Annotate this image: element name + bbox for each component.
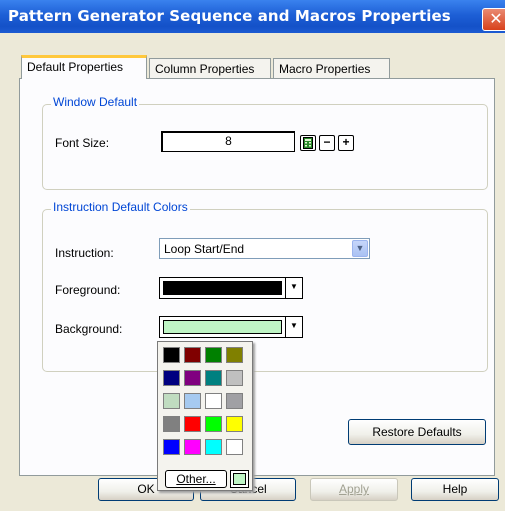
font-size-value: 8 [225,134,232,148]
minus-icon: − [323,135,331,149]
palette-swatch[interactable] [163,347,180,363]
restore-defaults-label: Restore Defaults [372,425,462,439]
palette-swatch[interactable] [226,370,243,386]
tab-label: Default Properties [27,60,124,74]
plus-icon: + [342,135,350,149]
custom-color-swatch[interactable] [230,470,249,488]
increment-button[interactable]: + [338,135,354,151]
instruction-select[interactable]: Loop Start/End ▼ [159,238,370,259]
chevron-down-icon[interactable]: ▼ [352,240,368,257]
palette-swatch[interactable] [205,439,222,455]
help-label: Help [442,482,468,496]
title-bar[interactable]: Pattern Generator Sequence and Macros Pr… [0,0,505,33]
palette-swatch[interactable] [205,370,222,386]
palette-swatch[interactable] [205,416,222,432]
foreground-label: Foreground: [55,283,121,297]
tab-macro-properties[interactable]: Macro Properties [273,58,390,79]
palette-swatch[interactable] [184,393,201,409]
palette-swatch[interactable] [163,416,180,432]
close-button[interactable]: ✕ [482,8,505,31]
palette-swatch[interactable] [205,347,222,363]
instruction-label: Instruction: [55,246,114,260]
instruction-value: Loop Start/End [164,242,245,256]
calculator-icon [303,137,313,149]
chevron-down-icon[interactable]: ▼ [285,317,302,337]
other-label: Other... [176,472,216,486]
palette-swatch[interactable] [205,393,222,409]
calculator-button[interactable] [300,135,316,151]
instruction-colors-group-label: Instruction Default Colors [51,200,190,214]
foreground-swatch [163,281,282,295]
background-swatch [163,320,282,334]
other-color-button[interactable]: Other... [165,470,227,488]
palette-swatch[interactable] [226,347,243,363]
tab-column-properties[interactable]: Column Properties [149,58,271,79]
close-icon: ✕ [489,9,503,28]
tab-default-properties[interactable]: Default Properties [21,55,147,79]
palette-swatch[interactable] [226,416,243,432]
tab-label: Macro Properties [279,62,371,76]
tab-label: Column Properties [155,62,255,76]
tab-panel: Window Default Font Size: 8 − + Instruct… [19,78,495,476]
font-size-label: Font Size: [55,136,110,150]
palette-swatch[interactable] [184,439,201,455]
background-label: Background: [55,322,123,336]
foreground-color-picker[interactable]: ▼ [159,277,303,299]
background-color-picker[interactable]: ▼ [159,316,303,338]
ok-label: OK [137,482,155,496]
restore-defaults-button[interactable]: Restore Defaults [348,419,486,445]
decrement-button[interactable]: − [319,135,335,151]
palette-swatch[interactable] [163,393,180,409]
palette-swatch[interactable] [226,439,243,455]
window-default-group-label: Window Default [51,95,140,109]
chevron-down-icon[interactable]: ▼ [285,278,302,298]
custom-color-fill [233,473,246,485]
palette-swatch[interactable] [184,370,201,386]
palette-swatch[interactable] [184,416,201,432]
font-size-field[interactable]: 8 [161,131,295,152]
palette-swatch[interactable] [163,370,180,386]
help-button[interactable]: Help [411,478,499,501]
window-title: Pattern Generator Sequence and Macros Pr… [8,7,451,25]
palette-swatch[interactable] [226,393,243,409]
apply-label: Apply [338,482,370,496]
palette-swatch[interactable] [163,439,180,455]
palette-swatch[interactable] [184,347,201,363]
apply-button[interactable]: Apply [310,478,398,501]
color-palette-popup: Other... [157,341,253,491]
